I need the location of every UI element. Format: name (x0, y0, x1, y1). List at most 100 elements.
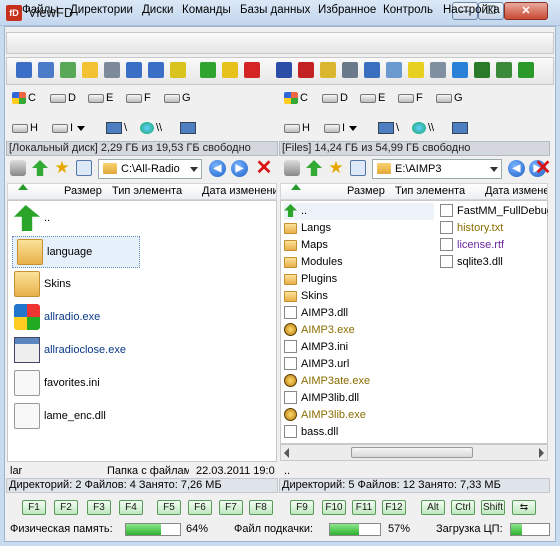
b-icon[interactable] (148, 62, 164, 78)
list-item[interactable]: lame_enc.dll (10, 401, 270, 433)
drive-g-right[interactable]: G (436, 92, 463, 104)
fkey-f10[interactable]: F10 (322, 500, 346, 515)
list-item[interactable]: FastMM_FullDebugMode.dll (440, 203, 548, 220)
favorites-star-icon[interactable]: ★ (328, 159, 344, 176)
network-computer-left[interactable]: \ (106, 122, 127, 135)
list-item[interactable]: Langs (284, 220, 434, 237)
scroll-thumb[interactable] (351, 447, 473, 458)
fkey-f2[interactable]: F2 (54, 500, 78, 515)
up-folder-icon[interactable] (306, 160, 322, 176)
drive-e-right[interactable]: E (360, 92, 385, 104)
menu-favorites[interactable]: Избранное (318, 4, 376, 16)
drive-h-left[interactable]: H (12, 122, 38, 134)
drive-c-right[interactable]: C (284, 92, 308, 105)
left-file-list[interactable]: .. language Skins allradio.exe allradioc… (7, 200, 277, 462)
list-item[interactable]: AIMP3lib.exe (284, 407, 434, 424)
image-icon[interactable] (60, 62, 76, 78)
forward-button[interactable]: ▶ (231, 160, 248, 177)
list-item[interactable]: AIMP3lib.dll (284, 390, 434, 407)
list-item[interactable]: .. (10, 203, 270, 235)
fkey-f5[interactable]: F5 (157, 500, 181, 515)
plus-icon[interactable] (244, 62, 260, 78)
fkey-swap[interactable]: ⇆ (512, 500, 536, 515)
menu-databases[interactable]: Базы данных (240, 4, 310, 16)
menu-directories[interactable]: Директории (70, 4, 133, 16)
list-item[interactable]: bass.dll (284, 424, 434, 441)
network-computer-right[interactable]: \ (378, 122, 399, 135)
list-item[interactable]: allradioclose.exe (10, 335, 270, 367)
col-type[interactable]: Тип элемента (112, 184, 182, 199)
brush-icon[interactable] (170, 62, 186, 78)
right-path-combo[interactable]: E:\AIMP3 (372, 159, 502, 179)
list-item[interactable]: history.txt (440, 220, 548, 237)
fkey-shift[interactable]: Shift (481, 500, 505, 515)
table-icon[interactable] (320, 62, 336, 78)
media-icon[interactable] (474, 62, 490, 78)
refresh-icon[interactable] (350, 160, 366, 176)
list-item[interactable]: allradio.exe (10, 302, 270, 334)
list-item[interactable]: Maps (284, 237, 434, 254)
drive-c-left[interactable]: C (12, 92, 36, 105)
calc-icon[interactable] (430, 62, 446, 78)
drive-menu-icon[interactable] (10, 160, 26, 176)
drive-f-left[interactable]: F (126, 92, 151, 104)
ie-icon[interactable] (452, 62, 468, 78)
list-item[interactable]: AIMP3ate.exe (284, 373, 434, 390)
fkey-f3[interactable]: F3 (87, 500, 111, 515)
list-item[interactable]: AIMP3.url (284, 356, 434, 373)
drive-i-left[interactable]: I (52, 122, 86, 134)
drive-e-left[interactable]: E (88, 92, 113, 104)
network-right[interactable]: \\ (412, 122, 434, 135)
refresh-icon[interactable] (76, 160, 92, 176)
horizontal-scrollbar[interactable] (280, 444, 548, 461)
desktop-right[interactable] (452, 122, 470, 135)
drive-h-right[interactable]: H (284, 122, 310, 134)
back-button[interactable]: ◀ (209, 160, 226, 177)
scroll-right-icon[interactable] (539, 448, 544, 458)
monitor-icon[interactable] (364, 62, 380, 78)
back-button[interactable]: ◀ (508, 160, 525, 177)
view-details-icon[interactable] (38, 62, 54, 78)
scroll-left-icon[interactable] (284, 448, 289, 458)
up-folder-icon[interactable] (32, 160, 48, 176)
fkey-f8[interactable]: F8 (249, 500, 273, 515)
tape-icon[interactable] (104, 62, 120, 78)
menu-disks[interactable]: Диски (142, 4, 173, 16)
cmd-icon[interactable] (126, 62, 142, 78)
col-date[interactable]: Дата изменения (485, 184, 547, 199)
disk-icon[interactable] (342, 62, 358, 78)
drive-d-right[interactable]: D (322, 92, 348, 104)
fkey-ctrl[interactable]: Ctrl (451, 500, 475, 515)
menu-commands[interactable]: Команды (182, 4, 231, 16)
desktop-left[interactable] (180, 122, 198, 135)
col-size[interactable]: Размер (64, 184, 102, 199)
close-tab-icon[interactable]: ✕ (255, 158, 273, 178)
drive-menu-icon[interactable] (284, 160, 300, 176)
fkey-f9[interactable]: F9 (290, 500, 314, 515)
menu-control[interactable]: Контроль (383, 4, 433, 16)
music-icon[interactable] (276, 62, 292, 78)
close-button[interactable]: ✕ (504, 2, 548, 20)
star-icon[interactable] (222, 62, 238, 78)
col-type[interactable]: Тип элемента (395, 184, 465, 199)
list-item[interactable]: AIMP3.ini (284, 339, 434, 356)
menu-settings[interactable]: Настройка (443, 4, 500, 16)
list-item[interactable]: favorites.ini (10, 368, 270, 400)
list-item[interactable]: Skins (10, 269, 270, 301)
view-list-icon[interactable] (16, 62, 32, 78)
favorites-star-icon[interactable]: ★ (54, 159, 70, 176)
list-item[interactable]: Modules (284, 254, 434, 271)
fkey-f7[interactable]: F7 (219, 500, 243, 515)
list-item[interactable]: AIMP3.exe (284, 322, 434, 339)
fkey-f11[interactable]: F11 (352, 500, 376, 515)
list-item[interactable]: language (12, 236, 140, 268)
refresh-icon[interactable] (496, 62, 512, 78)
drive-d-left[interactable]: D (50, 92, 76, 104)
close-tab-icon[interactable]: ✕ (534, 158, 552, 178)
fkey-alt[interactable]: Alt (421, 500, 445, 515)
drive-f-right[interactable]: F (398, 92, 423, 104)
fkey-f4[interactable]: F4 (119, 500, 143, 515)
fkey-f1[interactable]: F1 (22, 500, 46, 515)
fkey-f6[interactable]: F6 (188, 500, 212, 515)
exit-icon[interactable] (518, 62, 534, 78)
